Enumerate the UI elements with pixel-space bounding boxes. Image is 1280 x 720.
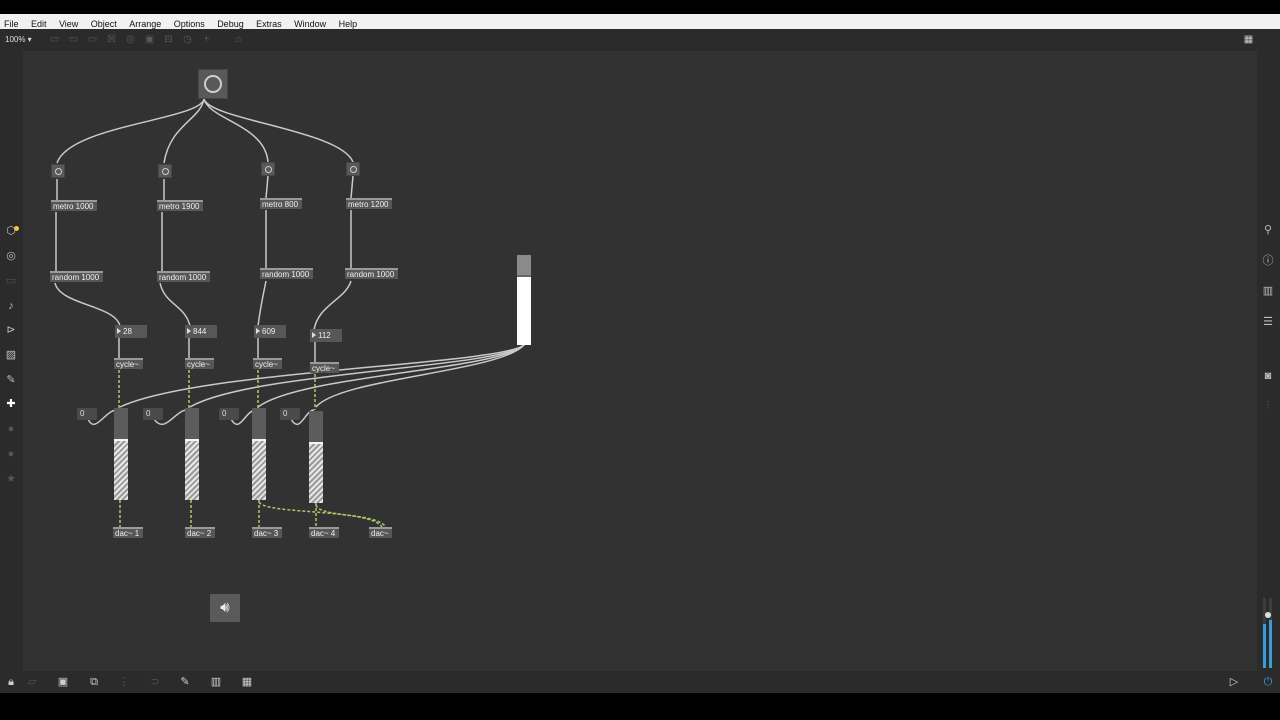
float-box-3[interactable]: 0 [219, 408, 239, 420]
cycle-object-2[interactable]: cycle~ [185, 358, 214, 369]
number-box-4[interactable]: 112 [310, 329, 342, 342]
number-box-2[interactable]: 844 [185, 325, 217, 338]
gain-slider-4-knob [309, 442, 323, 444]
gain-slider-3[interactable] [252, 408, 266, 500]
cycle-object-4[interactable]: cycle~ [310, 362, 339, 373]
bang-button-3[interactable] [261, 162, 275, 176]
master-slider-empty [517, 255, 531, 275]
bang-button-2[interactable] [158, 164, 172, 178]
gain-slider-2-knob [185, 439, 199, 441]
gain-slider-2-empty [185, 408, 199, 439]
gain-slider-1-knob [114, 439, 128, 441]
float-box-1[interactable]: 0 [77, 408, 97, 420]
gain-slider-4[interactable] [309, 411, 323, 503]
bang-button-1[interactable] [51, 164, 65, 178]
dac-object-1[interactable]: dac~ 1 [113, 527, 143, 538]
gain-slider-3-empty [252, 408, 266, 439]
random-object-3[interactable]: random 1000 [260, 268, 313, 279]
speaker-icon[interactable]: 🔊︎ [210, 594, 240, 622]
cycle-object-3[interactable]: cycle~ [253, 358, 282, 369]
metro-object-2[interactable]: metro 1900 [157, 200, 203, 211]
number-box-1[interactable]: 28 [115, 325, 147, 338]
main-bang-button[interactable] [198, 69, 228, 99]
master-slider[interactable] [517, 255, 531, 345]
cycle-object-1[interactable]: cycle~ [114, 358, 143, 369]
metro-object-3[interactable]: metro 800 [260, 198, 302, 209]
gain-slider-3-knob [252, 439, 266, 441]
dac-object-3[interactable]: dac~ 3 [252, 527, 282, 538]
random-object-2[interactable]: random 1000 [157, 271, 210, 282]
dac-object-4[interactable]: dac~ 4 [309, 527, 339, 538]
gain-slider-1-empty [114, 408, 128, 439]
metro-object-4[interactable]: metro 1200 [346, 198, 392, 209]
dac-object-2[interactable]: dac~ 2 [185, 527, 215, 538]
float-box-2[interactable]: 0 [143, 408, 163, 420]
random-object-4[interactable]: random 1000 [345, 268, 398, 279]
number-box-3[interactable]: 609 [254, 325, 286, 338]
dac-object-5[interactable]: dac~ [369, 527, 392, 538]
gain-slider-2[interactable] [185, 408, 199, 500]
metro-object-1[interactable]: metro 1000 [51, 200, 97, 211]
bang-button-4[interactable] [346, 162, 360, 176]
master-slider-knob [517, 275, 531, 277]
gain-slider-4-empty [309, 411, 323, 442]
float-box-4[interactable]: 0 [280, 408, 300, 420]
random-object-1[interactable]: random 1000 [50, 271, 103, 282]
gain-slider-1[interactable] [114, 408, 128, 500]
